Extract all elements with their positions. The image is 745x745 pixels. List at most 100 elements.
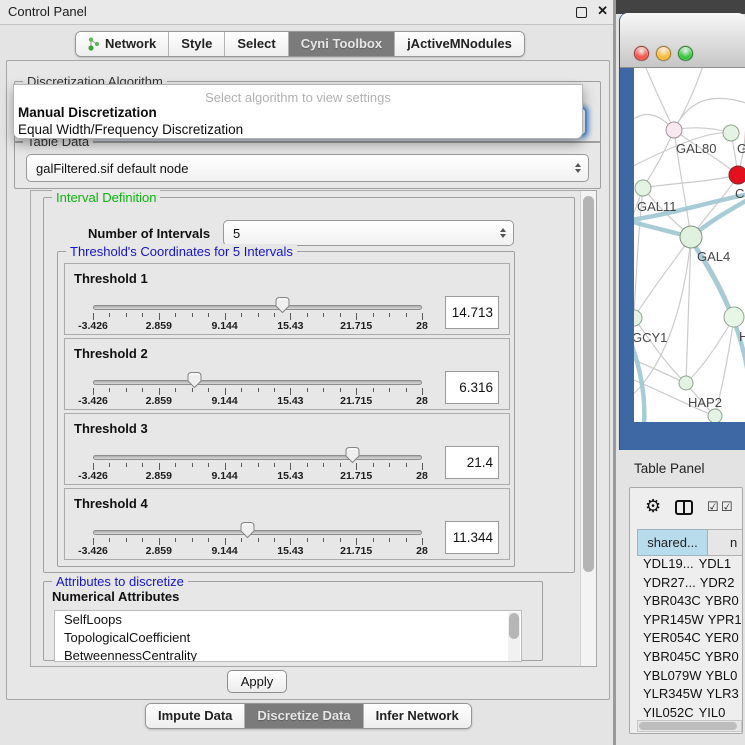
tick-mark xyxy=(422,538,423,545)
slider-thumb[interactable] xyxy=(186,371,203,389)
slider-track[interactable] xyxy=(93,455,422,460)
mac-close-button[interactable] xyxy=(634,46,649,61)
thresholds-group-title: Threshold's Coordinates for 5 Intervals xyxy=(66,244,297,259)
bottom-tab-impute-data[interactable]: Impute Data xyxy=(146,704,245,728)
threshold-value-box[interactable]: 11.344 xyxy=(445,521,499,554)
table-horizontal-scrollbar[interactable] xyxy=(637,720,742,732)
tab-network[interactable]: Network xyxy=(76,32,169,56)
table-row[interactable]: YDR27...YDR2 xyxy=(637,575,743,594)
mac-zoom-button[interactable] xyxy=(678,46,693,61)
numerical-attributes-list[interactable]: SelfLoopsTopologicalCoefficientBetweenne… xyxy=(54,610,522,662)
node-gal11[interactable] xyxy=(635,180,651,196)
cell-name: YBR0 xyxy=(701,649,743,668)
table-row[interactable]: YDL19...YDL1 xyxy=(637,556,743,575)
popup-hint: Select algorithm to view settings xyxy=(14,90,582,105)
attribute-list-item[interactable]: BetweennessCentrality xyxy=(55,647,521,662)
network-icon xyxy=(88,37,100,51)
threshold-value-box[interactable]: 14.713 xyxy=(445,296,499,329)
control-panel: Control Panel ✕ NetworkStyleSelectCyni T… xyxy=(0,0,616,745)
cell-shared-name: YBR043C xyxy=(637,593,701,612)
threshold-value-box[interactable]: 6.316 xyxy=(445,371,499,404)
slider-track[interactable] xyxy=(93,530,422,535)
apply-button[interactable]: Apply xyxy=(227,670,287,693)
gear-icon[interactable]: ⚙ xyxy=(645,497,661,515)
table-row[interactable]: YLR345WYLR3 xyxy=(637,686,743,705)
table-row[interactable]: YIL052CYIL0 xyxy=(637,705,743,719)
slider-track[interactable] xyxy=(93,305,422,310)
slider-thumb[interactable] xyxy=(344,446,361,464)
tick-mark xyxy=(373,313,374,317)
scrollbar-thumb[interactable] xyxy=(583,196,594,572)
table-row[interactable]: YBR045CYBR0 xyxy=(637,649,743,668)
checkbox-icon[interactable]: ☑ xyxy=(721,500,733,513)
float-window-icon[interactable] xyxy=(576,7,587,18)
scrollbar-thumb[interactable] xyxy=(639,722,737,730)
slider-track[interactable] xyxy=(93,380,422,385)
node-gal80[interactable] xyxy=(666,122,682,138)
tick-label: 15.43 xyxy=(277,395,303,407)
panel-title: Control Panel xyxy=(8,4,87,19)
settings-vertical-scrollbar[interactable] xyxy=(580,191,596,666)
table-row[interactable]: YER054CYER0 xyxy=(637,630,743,649)
tab-select[interactable]: Select xyxy=(225,32,288,56)
table-data-combo[interactable]: galFiltered.sif default node xyxy=(26,154,589,182)
desktop-background xyxy=(616,0,745,14)
node-gal4[interactable] xyxy=(680,226,702,248)
cell-shared-name: YBR045C xyxy=(637,649,701,668)
tab-cyni-toolbox[interactable]: Cyni Toolbox xyxy=(289,32,395,56)
bottom-tab-infer-network[interactable]: Infer Network xyxy=(364,704,471,728)
popup-item-1[interactable]: Manual Discretization xyxy=(17,105,577,120)
table-row[interactable]: YBR043CYBR0 xyxy=(637,593,743,612)
tick-mark xyxy=(258,313,259,317)
attribute-list-item[interactable]: SelfLoops xyxy=(55,611,521,629)
table-row[interactable]: YPR145WYPR1 xyxy=(637,612,743,631)
mac-minimize-button[interactable] xyxy=(656,46,671,61)
node-label: GAL4 xyxy=(697,249,730,264)
num-intervals-combo[interactable]: 5 xyxy=(223,220,514,246)
tick-mark xyxy=(126,463,127,467)
threshold-value-box[interactable]: 21.4 xyxy=(445,446,499,479)
table-row[interactable]: YBL079WYBL0 xyxy=(637,668,743,687)
node-hap2[interactable] xyxy=(679,376,693,390)
close-icon[interactable]: ✕ xyxy=(597,3,608,19)
threshold-label: Threshold 3 xyxy=(74,421,148,436)
column-header-shared[interactable]: shared... xyxy=(637,529,708,556)
bottom-tab-discretize-data[interactable]: Discretize Data xyxy=(245,704,363,728)
network-edge xyxy=(686,317,734,383)
tab-style[interactable]: Style xyxy=(169,32,225,56)
node-red[interactable] xyxy=(729,166,745,184)
node-bottom[interactable] xyxy=(708,409,722,422)
tick-mark xyxy=(373,388,374,392)
column-header-name[interactable]: n xyxy=(708,529,743,556)
popup-item-2[interactable]: Equal Width/Frequency Discretization xyxy=(17,122,577,137)
checkbox-icon[interactable]: ☑ xyxy=(707,500,719,513)
settings-scrollpane: Interval Definition Number of Intervals … xyxy=(30,190,597,667)
network-view-window: GAL80GCGAL11GAL4GCY1HHAP2 xyxy=(619,13,745,450)
tick-label: 9.144 xyxy=(211,470,237,482)
tick-label: 2.859 xyxy=(146,395,172,407)
tick-label: 21.715 xyxy=(340,470,372,482)
tick-mark xyxy=(225,463,226,470)
network-canvas[interactable]: GAL80GCGAL11GAL4GCY1HHAP2 xyxy=(634,68,745,422)
tick-mark xyxy=(356,463,357,470)
tab-jactivemnodules[interactable]: jActiveMNodules xyxy=(395,32,524,56)
slider-thumb[interactable] xyxy=(274,296,291,314)
tick-mark xyxy=(93,388,94,395)
node-h[interactable] xyxy=(724,307,744,327)
tick-mark xyxy=(159,463,160,470)
tick-label: 15.43 xyxy=(277,545,303,557)
node-gcy1[interactable] xyxy=(634,310,642,326)
combo-arrows-icon xyxy=(500,228,506,238)
node-label: C xyxy=(735,186,744,201)
network-window-titlebar[interactable] xyxy=(620,13,745,68)
columns-icon[interactable] xyxy=(675,500,693,515)
tick-label: 21.715 xyxy=(340,545,372,557)
tick-mark xyxy=(142,538,143,542)
slider-thumb[interactable] xyxy=(239,521,256,539)
attributes-list-scrollbar[interactable] xyxy=(508,612,520,662)
attribute-list-item[interactable]: TopologicalCoefficient xyxy=(55,629,521,647)
tick-mark xyxy=(159,313,160,320)
tick-mark xyxy=(258,538,259,542)
node-top-right[interactable] xyxy=(723,125,739,141)
scrollbar-thumb[interactable] xyxy=(509,613,519,639)
